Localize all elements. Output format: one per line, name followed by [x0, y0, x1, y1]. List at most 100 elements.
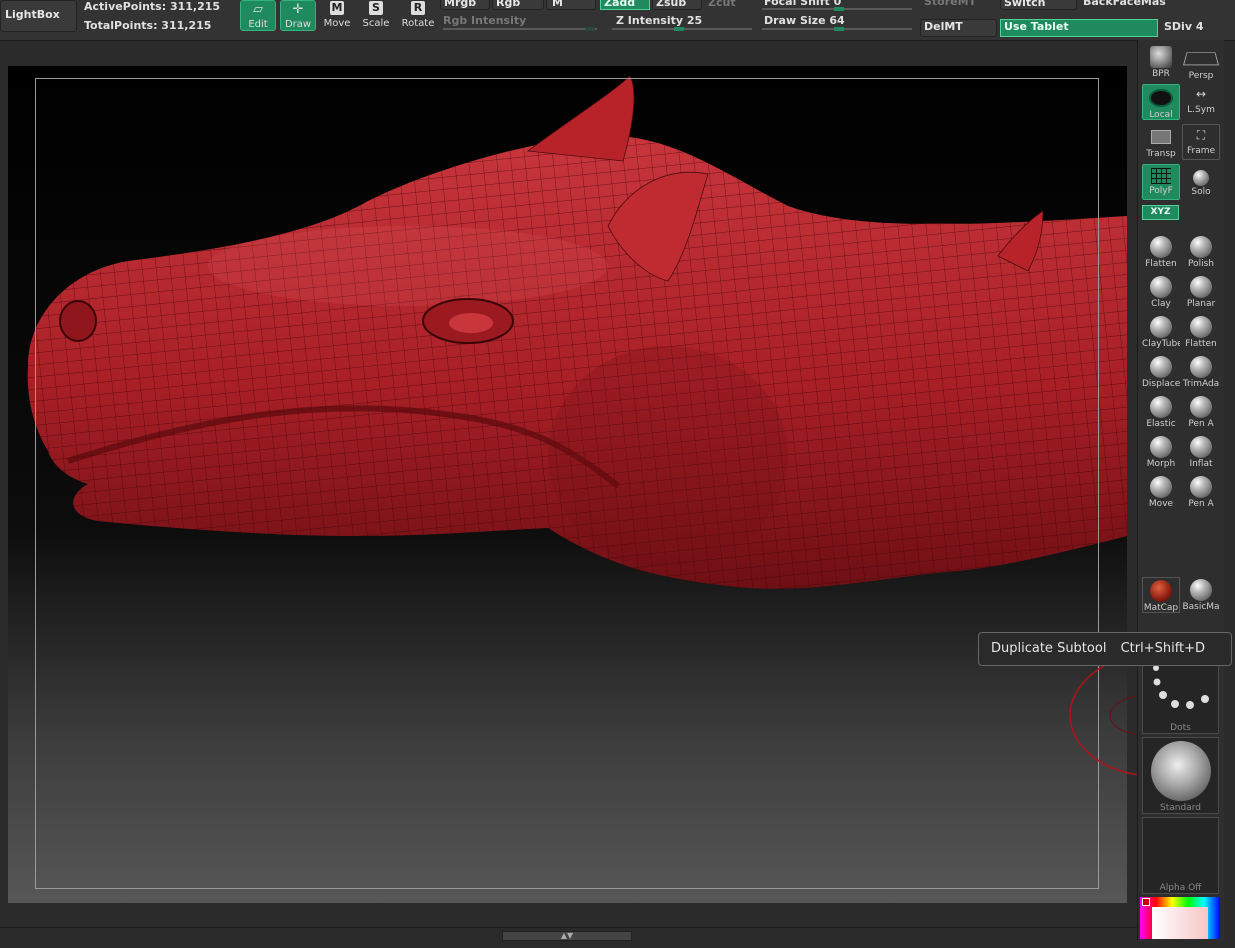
transp-button[interactable]: Transp: [1142, 124, 1180, 160]
active-points-readout: ActivePoints: 311,215: [84, 0, 221, 13]
brush-elastic[interactable]: Elastic: [1142, 394, 1180, 430]
rgb-intensity-slider-label[interactable]: Rgb Intensity: [443, 14, 526, 27]
brush-pen-a-2[interactable]: Pen A: [1182, 474, 1220, 510]
edit-icon: ▱: [253, 2, 263, 17]
solo-icon: [1193, 170, 1209, 186]
brush-label: Polish: [1187, 259, 1214, 269]
frame-button[interactable]: ⛶ Frame: [1182, 124, 1220, 160]
tooltip-shortcut: Ctrl+Shift+D: [1120, 641, 1206, 656]
z-intensity-slider[interactable]: [612, 27, 752, 31]
rgb-button[interactable]: Rgb: [492, 0, 544, 10]
persp-button[interactable]: Persp: [1182, 44, 1220, 81]
brush-morph[interactable]: Morph: [1142, 434, 1180, 470]
mrgb-button[interactable]: Mrgb: [440, 0, 490, 10]
brush-claytubes[interactable]: ClayTubes: [1142, 314, 1180, 350]
focal-shift-knob[interactable]: [834, 7, 844, 11]
stroke-dots-tile[interactable]: Dots: [1142, 659, 1219, 734]
trimadaptive-brush-icon: [1190, 356, 1212, 378]
brush-displace[interactable]: Displace: [1142, 354, 1180, 390]
alpha-tile[interactable]: Alpha Off: [1142, 817, 1219, 894]
persp-label: Persp: [1188, 71, 1214, 81]
basic-material-button[interactable]: BasicMa: [1182, 577, 1220, 613]
planar-brush-icon: [1190, 276, 1212, 298]
color-swatch: [1142, 898, 1150, 906]
brush-label: ClayTubes: [1142, 339, 1180, 349]
lsym-button[interactable]: ↔ L.Sym: [1182, 84, 1220, 120]
rgb-intensity-knob[interactable]: [585, 27, 595, 31]
edit-tool-button[interactable]: ▱ Edit: [240, 0, 276, 31]
move-icon: M: [330, 1, 344, 15]
draw-size-slider-label[interactable]: Draw Size 64: [764, 14, 845, 27]
rotate-icon: R: [411, 1, 425, 15]
brush-trimadaptive[interactable]: TrimAda: [1182, 354, 1220, 390]
switch-button[interactable]: Switch: [1000, 0, 1077, 10]
standard-brush-tile[interactable]: Standard: [1142, 737, 1219, 814]
storemt-button[interactable]: StoreMT: [924, 0, 976, 8]
polish-brush-icon: [1190, 236, 1212, 258]
edit-tool-label: Edit: [248, 19, 268, 30]
zsub-button[interactable]: Zsub: [652, 0, 702, 10]
color-picker[interactable]: [1140, 897, 1220, 939]
inflat-brush-icon: [1190, 436, 1212, 458]
solo-button[interactable]: Solo: [1182, 164, 1220, 200]
rotate-tool-button[interactable]: R Rotate: [400, 0, 436, 31]
brush-flatten-1[interactable]: Flatten: [1142, 234, 1180, 270]
move-tool-label: Move: [323, 18, 351, 29]
delmt-button[interactable]: DelMT: [920, 19, 997, 37]
material-label: MatCap: [1143, 603, 1179, 613]
bpr-label: BPR: [1152, 69, 1170, 79]
backfacemask-button[interactable]: BackFaceMas: [1083, 0, 1166, 8]
sdiv-slider[interactable]: SDiv 4: [1164, 20, 1203, 33]
lightbox-button[interactable]: LightBox: [0, 0, 77, 32]
brush-clay[interactable]: Clay: [1142, 274, 1180, 310]
matcap-material-button[interactable]: MatCap: [1142, 577, 1180, 613]
rgb-intensity-slider[interactable]: [443, 27, 597, 31]
focal-shift-slider-label[interactable]: Focal Shift 0: [764, 0, 841, 8]
brush-label: Clay: [1151, 299, 1171, 309]
transp-icon: [1151, 130, 1171, 144]
move-tool-button[interactable]: M Move: [319, 0, 355, 31]
local-icon: [1149, 89, 1173, 107]
zcut-button[interactable]: Zcut: [708, 0, 736, 9]
tray-toggle-handle[interactable]: ▲▼: [502, 931, 632, 941]
brush-pen-a-1[interactable]: Pen A: [1182, 394, 1220, 430]
color-saturation-square[interactable]: [1152, 907, 1208, 939]
polyf-button[interactable]: PolyF: [1142, 164, 1180, 200]
brush-planar[interactable]: Planar: [1182, 274, 1220, 310]
solo-label: Solo: [1191, 187, 1211, 197]
right-shelf: BPR Persp Local ↔ L.Sym Transp ⛶ Frame P…: [1137, 40, 1224, 940]
bottom-tray: ▲▼: [0, 927, 1137, 948]
bpr-button[interactable]: BPR: [1142, 44, 1180, 80]
xyz-symmetry-button[interactable]: XYZ: [1142, 205, 1179, 220]
m-button[interactable]: M: [546, 0, 596, 10]
draw-icon: ✛: [292, 2, 304, 17]
draw-size-knob[interactable]: [834, 27, 844, 31]
polyf-label: PolyF: [1149, 186, 1173, 196]
flatten-brush-icon: [1150, 236, 1172, 258]
clay-brush-icon: [1150, 276, 1172, 298]
brush-inflat[interactable]: Inflat: [1182, 434, 1220, 470]
draw-tool-button[interactable]: ✛ Draw: [280, 0, 316, 31]
z-intensity-slider-label[interactable]: Z Intensity 25: [616, 14, 702, 27]
elastic-brush-icon: [1150, 396, 1172, 418]
draw-size-slider[interactable]: [762, 27, 912, 31]
brush-label: Move: [1148, 499, 1174, 509]
draw-tool-label: Draw: [284, 19, 312, 30]
brush-tile-label: Standard: [1160, 803, 1201, 813]
zadd-button[interactable]: Zadd: [600, 0, 650, 10]
local-button[interactable]: Local: [1142, 84, 1180, 120]
brush-flatten-2[interactable]: Flatten: [1182, 314, 1220, 350]
persp-grid-icon: [1182, 52, 1220, 66]
claytubes-brush-icon: [1150, 316, 1172, 338]
material-label: BasicMa: [1182, 602, 1220, 612]
move-brush-icon: [1150, 476, 1172, 498]
brush-polish[interactable]: Polish: [1182, 234, 1220, 270]
flatten-brush-icon: [1190, 316, 1212, 338]
document-frame: [35, 78, 1099, 889]
brush-move[interactable]: Move: [1142, 474, 1180, 510]
focal-shift-slider[interactable]: [762, 7, 912, 11]
z-intensity-knob[interactable]: [674, 27, 684, 31]
use-tablet-toggle[interactable]: Use Tablet: [1000, 19, 1158, 37]
frame-label: Frame: [1186, 146, 1216, 156]
scale-tool-button[interactable]: S Scale: [358, 0, 394, 31]
